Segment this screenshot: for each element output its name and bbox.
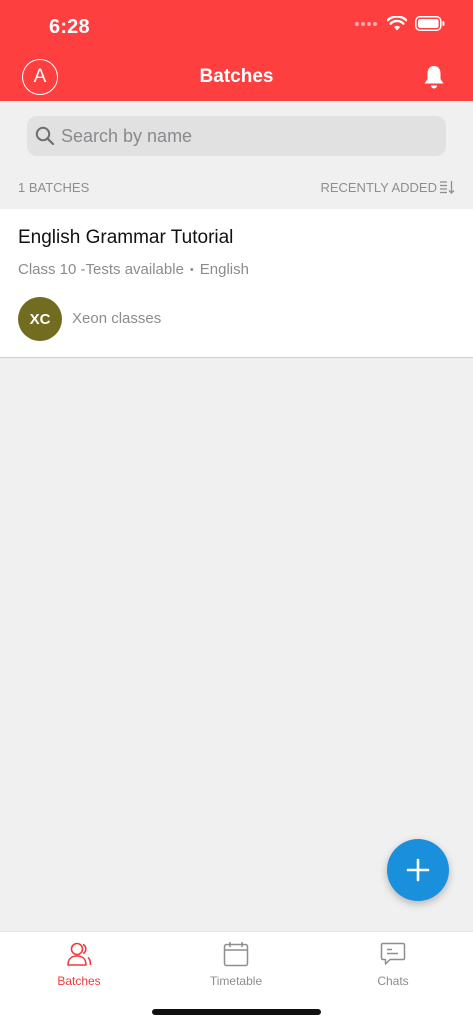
separator-dot: • — [189, 264, 194, 276]
batch-subtitle: Class 10 -Tests available • English — [18, 261, 249, 278]
tab-chats[interactable]: Chats — [333, 940, 453, 988]
status-icons — [355, 16, 445, 31]
search-bar[interactable] — [27, 116, 446, 156]
status-time: 6:28 — [49, 16, 90, 38]
page-title: Batches — [199, 66, 274, 87]
batch-title: English Grammar Tutorial — [18, 227, 234, 248]
user-icon — [67, 942, 92, 966]
tab-batches[interactable]: Batches — [19, 940, 139, 988]
tab-label-timetable: Timetable — [209, 974, 263, 988]
battery-icon — [415, 16, 445, 31]
wifi-icon — [387, 16, 407, 31]
bell-icon[interactable] — [423, 64, 445, 90]
sort-label: RECENTLY ADDED — [320, 179, 437, 195]
tab-label-batches: Batches — [57, 974, 101, 988]
tab-timetable[interactable]: Timetable — [176, 940, 296, 988]
sort-icon — [440, 181, 455, 194]
sort-button[interactable]: RECENTLY ADDED — [320, 180, 455, 195]
calendar-icon — [223, 942, 249, 967]
tab-label-chats: Chats — [377, 974, 409, 988]
batch-card[interactable]: English Grammar Tutorial Class 10 -Tests… — [0, 209, 473, 358]
owner-avatar: XC — [18, 297, 62, 341]
add-batch-button[interactable] — [387, 839, 449, 901]
batch-count: 1 BATCHES — [18, 179, 90, 195]
home-indicator — [152, 1009, 321, 1015]
search-icon — [35, 126, 55, 146]
owner-name: Xeon classes — [72, 310, 162, 327]
list-meta: 1 BATCHES RECENTLY ADDED — [18, 178, 455, 196]
batch-class-info: Class 10 -Tests available — [18, 261, 184, 278]
batch-subject: English — [199, 261, 249, 278]
plus-icon — [406, 858, 430, 882]
app-header: 6:28 A Batches — [0, 0, 473, 101]
signal-dots-icon — [355, 21, 377, 26]
search-input[interactable] — [61, 125, 446, 147]
chat-icon — [380, 942, 406, 965]
